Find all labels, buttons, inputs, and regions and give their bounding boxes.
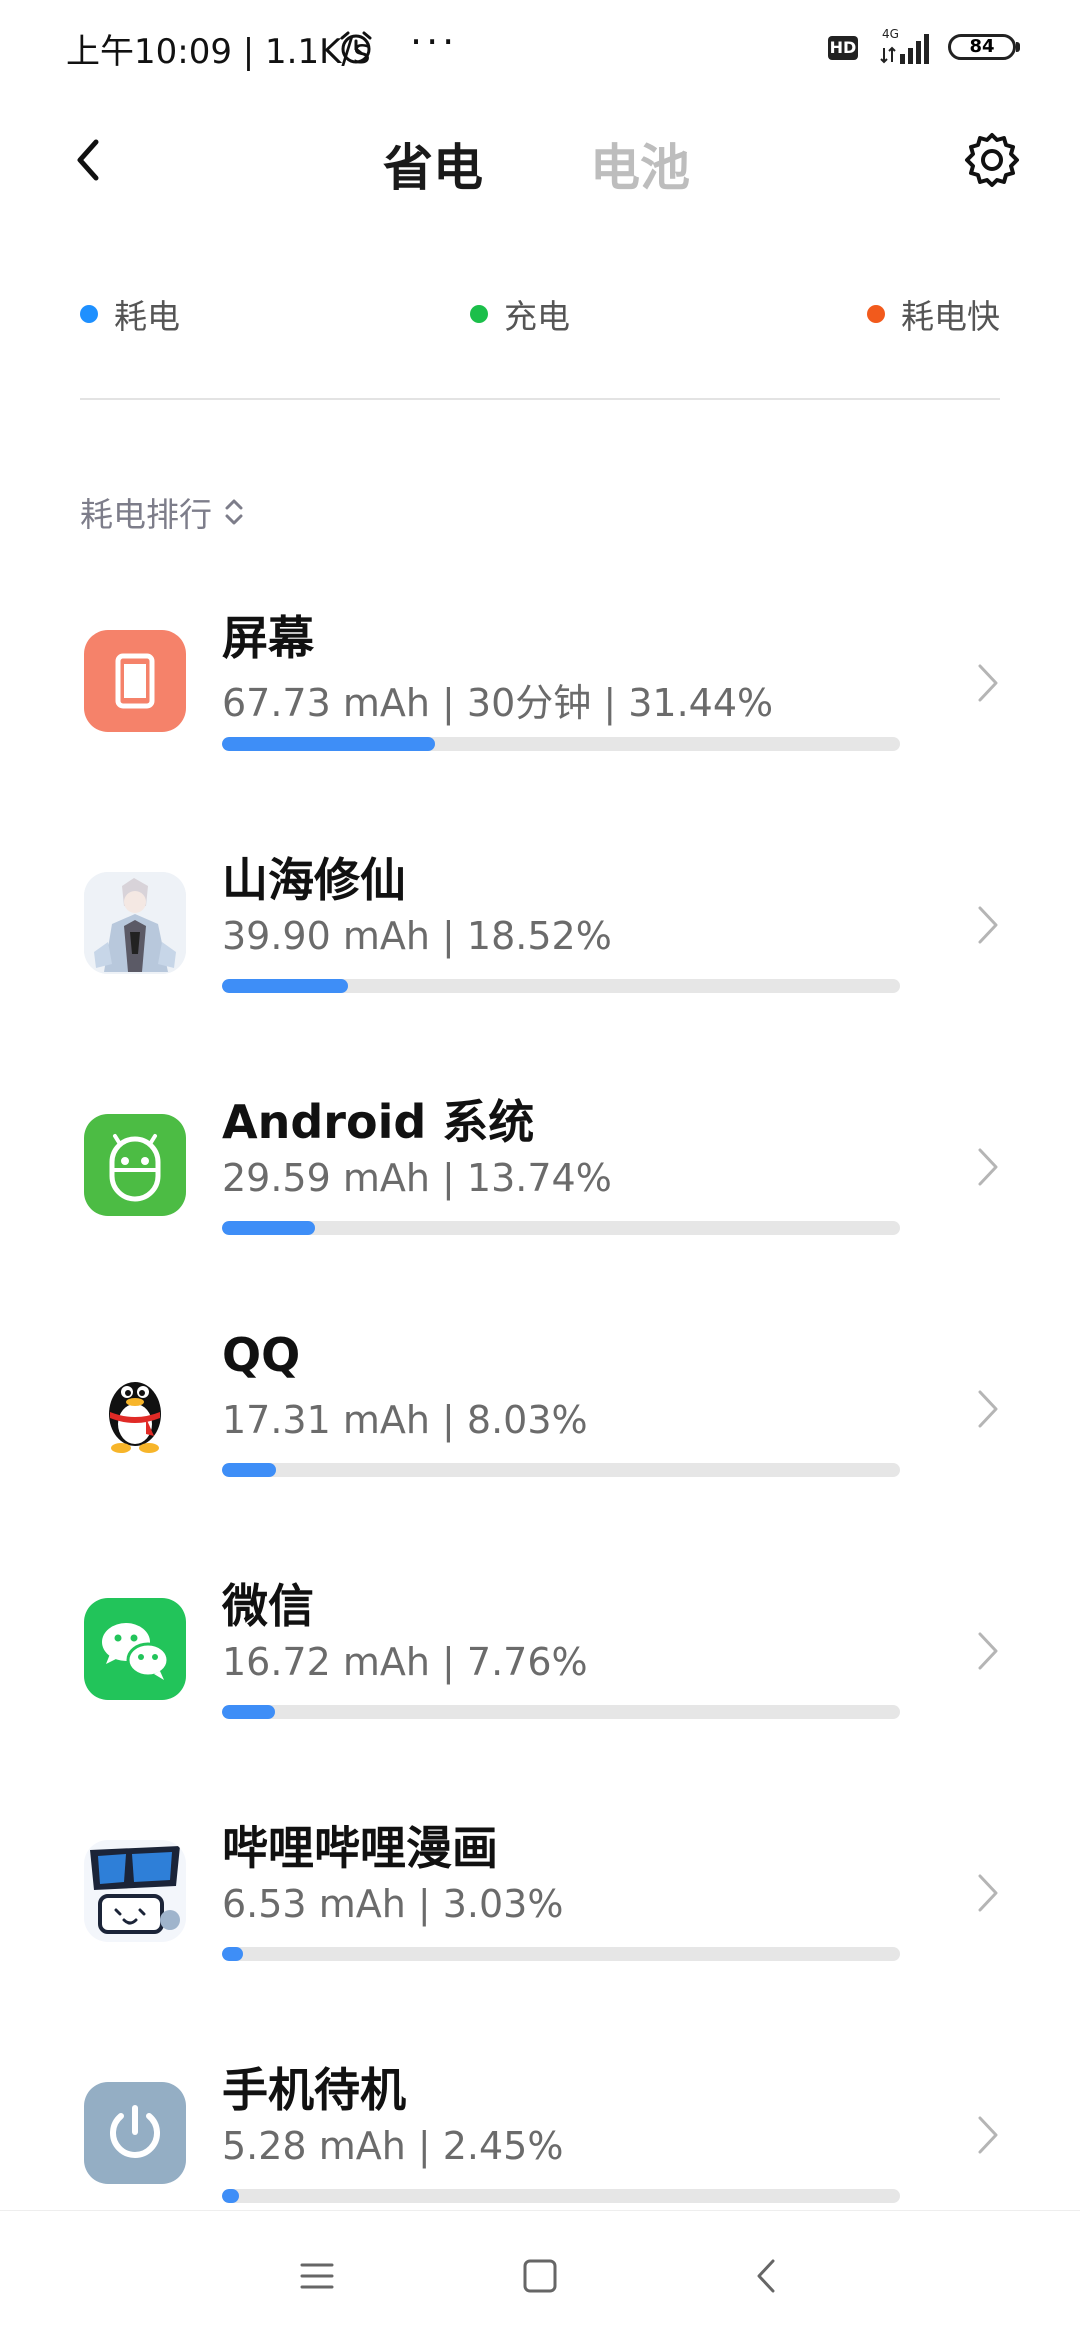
legend-item-fast-drain: 耗电快 bbox=[867, 290, 1000, 338]
usage-bar-fill bbox=[222, 737, 436, 751]
signal-icon: 4G bbox=[880, 27, 929, 64]
usage-bar-fill bbox=[222, 979, 348, 993]
sort-selector[interactable]: 耗电排行 bbox=[80, 488, 246, 536]
app-name: 屏幕 bbox=[222, 611, 314, 665]
usage-bar-fill bbox=[222, 1947, 243, 1961]
list-item-wechat[interactable]: 微信 16.72 mAh | 7.76% bbox=[0, 1548, 1080, 1790]
usage-bar bbox=[222, 1947, 900, 1961]
app-name: Android 系统 bbox=[222, 1095, 535, 1149]
back-arrow-icon[interactable] bbox=[60, 130, 120, 190]
legend: 耗电 充电 耗电快 bbox=[80, 290, 1000, 340]
shanhai-game-icon bbox=[84, 872, 186, 974]
power-icon bbox=[84, 2082, 186, 2184]
navigation-bar bbox=[0, 2210, 1080, 2341]
home-icon[interactable] bbox=[517, 2253, 563, 2299]
app-name: 山海修仙 bbox=[222, 853, 406, 907]
status-time: 上午10:09 | 1.1K/s bbox=[66, 32, 371, 72]
usage-bar bbox=[222, 979, 900, 993]
wechat-icon bbox=[84, 1598, 186, 1700]
chevron-right-icon bbox=[978, 2116, 998, 2154]
app-usage: 17.31 mAh | 8.03% bbox=[222, 1398, 588, 1442]
alarm-icon bbox=[340, 31, 372, 64]
app-usage: 39.90 mAh | 18.52% bbox=[222, 914, 612, 958]
legend-label: 耗电 bbox=[114, 297, 180, 336]
app-name: 微信 bbox=[222, 1579, 314, 1633]
menu-icon[interactable] bbox=[294, 2253, 340, 2299]
chevron-right-icon bbox=[978, 1390, 998, 1428]
usage-bar bbox=[222, 2189, 900, 2203]
legend-dot bbox=[80, 305, 98, 323]
list-item-shanhai[interactable]: 山海修仙 39.90 mAh | 18.52% bbox=[0, 822, 1080, 1064]
usage-bar-fill bbox=[222, 1705, 275, 1719]
legend-label: 耗电快 bbox=[901, 297, 1000, 336]
hd-badge: HD bbox=[828, 36, 858, 60]
list-item-screen[interactable]: 屏幕 67.73 mAh | 30分钟 | 31.44% bbox=[0, 580, 1080, 822]
list-item-android-system[interactable]: Android 系统 29.59 mAh | 13.74% bbox=[0, 1064, 1080, 1306]
app-list: 屏幕 67.73 mAh | 30分钟 | 31.44% 山海修仙 39.90 … bbox=[0, 580, 1080, 2274]
usage-bar bbox=[222, 737, 900, 751]
legend-label: 充电 bbox=[504, 297, 570, 336]
usage-bar bbox=[222, 1221, 900, 1235]
chevron-right-icon bbox=[978, 906, 998, 944]
legend-dot bbox=[867, 305, 885, 323]
list-item-bilibili-comics[interactable]: 哔哩哔哩漫画 6.53 mAh | 3.03% bbox=[0, 1790, 1080, 2032]
legend-item-consumption: 耗电 bbox=[80, 290, 180, 338]
app-usage: 16.72 mAh | 7.76% bbox=[222, 1640, 588, 1684]
battery-tip bbox=[1016, 42, 1020, 52]
usage-bar-fill bbox=[222, 1221, 316, 1235]
battery-indicator: 84 bbox=[948, 34, 1016, 60]
app-usage: 29.59 mAh | 13.74% bbox=[222, 1156, 612, 1200]
sort-chevron-icon bbox=[225, 499, 243, 525]
usage-bar-fill bbox=[222, 1463, 277, 1477]
chevron-right-icon bbox=[978, 1632, 998, 1670]
chevron-right-icon bbox=[978, 1148, 998, 1186]
more-dots-icon: ··· bbox=[410, 20, 459, 64]
app-usage: 67.73 mAh | 30分钟 | 31.44% bbox=[222, 681, 774, 725]
app-name: QQ bbox=[222, 1328, 301, 1382]
network-type: 4G bbox=[882, 27, 899, 41]
usage-bar-fill bbox=[222, 2189, 239, 2203]
header: 省电 电池 bbox=[0, 110, 1080, 210]
divider bbox=[80, 398, 1000, 400]
sort-label: 耗电排行 bbox=[80, 495, 212, 534]
gear-icon[interactable] bbox=[962, 130, 1022, 190]
qq-icon bbox=[84, 1356, 186, 1458]
usage-bar bbox=[222, 1463, 900, 1477]
app-name: 哔哩哔哩漫画 bbox=[222, 1821, 498, 1875]
list-item-qq[interactable]: QQ 17.31 mAh | 8.03% bbox=[0, 1306, 1080, 1548]
tab-battery[interactable]: 电池 bbox=[590, 128, 690, 200]
usage-bar bbox=[222, 1705, 900, 1719]
screen-icon bbox=[84, 630, 186, 732]
legend-item-charging: 充电 bbox=[470, 290, 570, 338]
chevron-right-icon bbox=[978, 1874, 998, 1912]
android-icon bbox=[84, 1114, 186, 1216]
back-icon[interactable] bbox=[745, 2253, 791, 2299]
bilibili-comics-icon bbox=[84, 1840, 186, 1942]
tab-power-saving[interactable]: 省电 bbox=[383, 128, 483, 200]
legend-dot bbox=[470, 305, 488, 323]
status-bar: 上午10:09 | 1.1K/s ··· HD 4G 84 bbox=[0, 0, 1080, 100]
app-usage: 6.53 mAh | 3.03% bbox=[222, 1882, 564, 1926]
app-name: 手机待机 bbox=[222, 2063, 406, 2117]
chevron-right-icon bbox=[978, 664, 998, 702]
app-usage: 5.28 mAh | 2.45% bbox=[222, 2124, 564, 2168]
